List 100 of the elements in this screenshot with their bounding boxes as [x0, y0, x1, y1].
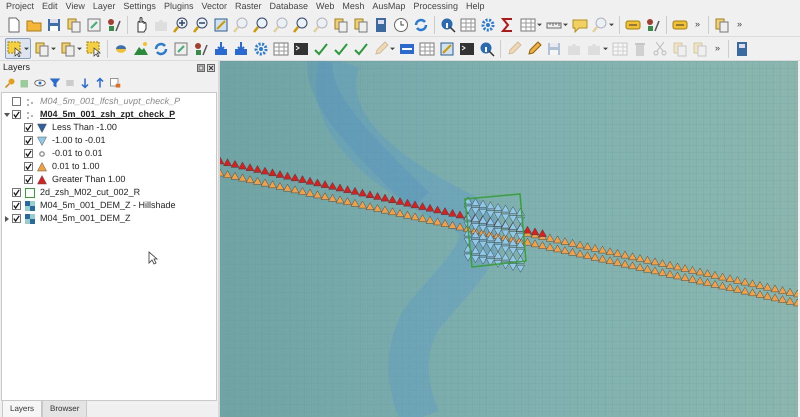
documents-icon[interactable]: [353, 16, 369, 32]
panel-title: Layers: [3, 60, 30, 74]
documents-icon[interactable]: [60, 40, 76, 56]
caret-icon[interactable]: [24, 46, 29, 51]
menu-item[interactable]: Edit: [38, 0, 62, 13]
legend-label: Greater Than 1.00: [52, 172, 126, 186]
clock-icon[interactable]: [393, 16, 409, 32]
table-icon[interactable]: [419, 40, 435, 56]
menu-item[interactable]: Web: [312, 0, 338, 13]
menu-item[interactable]: View: [62, 0, 89, 13]
menu-item[interactable]: Vector: [197, 0, 231, 13]
checkbox[interactable]: [24, 162, 33, 171]
menu-item[interactable]: Layer: [88, 0, 120, 13]
check-icon[interactable]: [333, 40, 349, 56]
select-icon[interactable]: [86, 40, 102, 56]
terminal-icon[interactable]: [459, 40, 475, 56]
legend-label: -0.01 to 0.01: [52, 146, 103, 160]
float-icon[interactable]: [196, 64, 205, 72]
documents-icon[interactable]: [66, 16, 82, 32]
menu-item[interactable]: Database: [266, 0, 312, 13]
checkbox[interactable]: [24, 136, 33, 145]
filter-icon[interactable]: [49, 77, 61, 89]
book-icon[interactable]: [373, 16, 389, 32]
menu-item[interactable]: Project: [2, 0, 38, 13]
select-icon[interactable]: [7, 40, 23, 56]
caret-icon[interactable]: [51, 46, 56, 51]
layer-name[interactable]: M04_5m_001_lfcsh_uvpt_check_P: [40, 94, 180, 108]
checkbox[interactable]: [24, 149, 33, 158]
layer-name[interactable]: M04_5m_001_zsh_zpt_check_P: [40, 108, 176, 122]
checkbox[interactable]: [12, 214, 21, 223]
table-icon[interactable]: [273, 40, 289, 56]
polygon-layer-icon: [25, 188, 35, 198]
brush-icon[interactable]: [106, 16, 122, 32]
caret-icon[interactable]: [563, 22, 568, 27]
magnifier-icon[interactable]: [293, 16, 309, 32]
menu-item[interactable]: Processing: [409, 0, 462, 13]
layer-name[interactable]: 2d_zsh_M02_cut_002_R: [40, 186, 140, 200]
gear-icon[interactable]: [480, 16, 496, 32]
close-icon[interactable]: [207, 64, 215, 72]
hill-icon[interactable]: [133, 40, 149, 56]
page-icon[interactable]: [86, 16, 102, 32]
checkbox[interactable]: [12, 188, 21, 197]
identify-icon[interactable]: [479, 40, 495, 56]
menu-item[interactable]: AusMap: [368, 0, 410, 13]
point-layer-icon: [25, 110, 35, 120]
collapse-arrow[interactable]: [4, 112, 10, 118]
point-layer-icon: [25, 96, 35, 106]
expand-arrow[interactable]: [4, 216, 10, 222]
checkbox[interactable]: [24, 123, 33, 132]
brush-icon[interactable]: [645, 16, 661, 32]
mouse-pointer-icon: [148, 251, 158, 265]
collapse-all-icon[interactable]: [94, 77, 106, 89]
caret-icon[interactable]: [537, 22, 542, 27]
terminal-icon[interactable]: [293, 40, 309, 56]
remove-layer-icon[interactable]: [109, 77, 121, 89]
magnifier-icon[interactable]: [253, 16, 269, 32]
panel-tab[interactable]: Browser: [42, 401, 88, 417]
extent-icon[interactable]: [439, 40, 455, 56]
menu-item[interactable]: Help: [462, 0, 488, 13]
menu-item[interactable]: Settings: [119, 0, 160, 13]
zoom-out-icon[interactable]: [193, 16, 209, 32]
zoom-in-icon[interactable]: [173, 16, 189, 32]
panel-tab[interactable]: Layers: [2, 401, 42, 417]
download-icon[interactable]: [213, 40, 229, 56]
documents-icon[interactable]: [333, 16, 349, 32]
menu-item[interactable]: Mesh: [338, 0, 368, 13]
extent-icon[interactable]: [213, 16, 229, 32]
raster-layer-icon: [25, 200, 35, 210]
caret-icon[interactable]: [77, 46, 82, 51]
download-icon[interactable]: [233, 40, 249, 56]
checkbox[interactable]: [12, 110, 21, 119]
refresh-icon[interactable]: [153, 40, 169, 56]
checkbox[interactable]: [12, 97, 21, 106]
documents-icon[interactable]: [34, 40, 50, 56]
table-icon[interactable]: [520, 16, 536, 32]
eye-icon[interactable]: [34, 77, 46, 89]
layer-name[interactable]: M04_5m_001_DEM_Z - Hillshade: [40, 198, 176, 212]
brush-icon[interactable]: [193, 40, 209, 56]
legend-label: Less Than -1.00: [52, 120, 117, 134]
overflow-button[interactable]: »: [710, 42, 726, 56]
gear-icon[interactable]: [253, 40, 269, 56]
overflow-button[interactable]: »: [690, 18, 706, 32]
refresh-icon[interactable]: [413, 16, 429, 32]
table-icon[interactable]: [460, 16, 476, 32]
raster-layer-icon: [25, 214, 35, 224]
identify-icon[interactable]: [440, 16, 456, 32]
check-icon[interactable]: [353, 40, 369, 56]
overflow-button[interactable]: »: [732, 18, 748, 32]
document-icon[interactable]: [6, 16, 22, 32]
checkbox[interactable]: [24, 175, 33, 184]
menu-item[interactable]: Raster: [230, 0, 266, 13]
checkbox[interactable]: [12, 201, 21, 210]
check-icon[interactable]: [313, 40, 329, 56]
documents-icon[interactable]: [714, 16, 730, 32]
expand-all-icon[interactable]: [79, 77, 91, 89]
pencil-icon[interactable]: [526, 40, 542, 56]
layer-name[interactable]: M04_5m_001_DEM_Z: [40, 212, 131, 226]
tool-button[interactable]: [5, 38, 31, 59]
page-icon[interactable]: [173, 40, 189, 56]
menu-item[interactable]: Plugins: [160, 0, 198, 13]
